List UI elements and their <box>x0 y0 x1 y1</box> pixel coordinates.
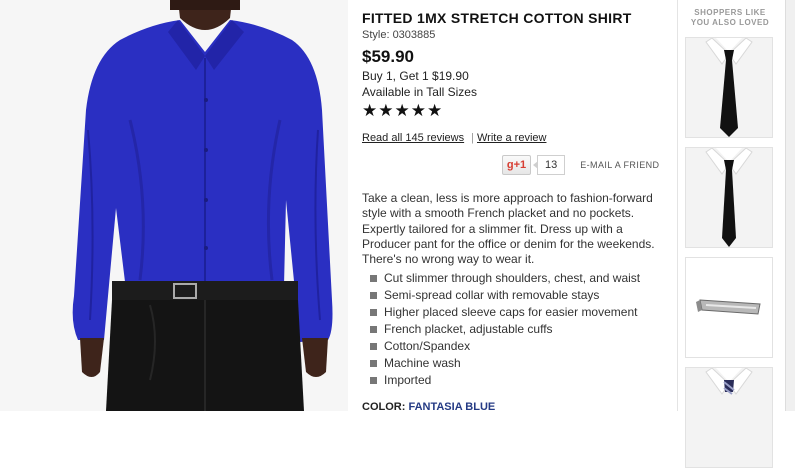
bullet-icon <box>370 360 377 367</box>
review-links: Read all 145 reviews | Write a review <box>362 132 546 144</box>
striped-tie-icon <box>686 368 772 467</box>
recommendation-thumb-3[interactable] <box>685 257 773 358</box>
model-shirt-illustration <box>0 0 348 411</box>
list-item: Imported <box>362 372 640 389</box>
email-friend-link[interactable]: E-MAIL A FRIEND <box>580 160 659 170</box>
product-price: $59.90 <box>362 47 414 66</box>
list-item: Higher placed sleeve caps for easier mov… <box>362 304 640 321</box>
product-image[interactable] <box>0 0 348 411</box>
black-tie-icon <box>686 148 772 247</box>
read-reviews-link[interactable]: Read all 145 reviews <box>362 132 464 144</box>
product-style-number: Style: 0303885 <box>362 29 436 41</box>
recommendations-rail: SHOPPERS LIKE YOU ALSO LOVED <box>677 0 782 468</box>
star-icon: ★ <box>394 101 410 120</box>
rating-stars[interactable]: ★ ★ ★ ★ ★ <box>362 102 442 120</box>
bullet-icon <box>370 309 377 316</box>
recommendation-thumb-2[interactable] <box>685 147 773 248</box>
write-review-link[interactable]: Write a review <box>477 132 546 144</box>
star-icon: ★ <box>378 101 394 120</box>
bullet-icon <box>370 326 377 333</box>
google-plus-button[interactable]: g+1 <box>502 155 531 175</box>
color-value: FANTASIA BLUE <box>408 401 496 413</box>
star-icon: ★ <box>427 101 443 120</box>
recommendation-thumb-4[interactable] <box>685 367 773 468</box>
recommendation-thumb-1[interactable] <box>685 37 773 138</box>
share-row: g+1 13 E-MAIL A FRIEND <box>502 155 659 175</box>
bullet-icon <box>370 343 377 350</box>
google-plus-count: 13 <box>532 155 566 175</box>
list-item: French placket, adjustable cuffs <box>362 321 640 338</box>
black-tie-icon <box>686 38 772 137</box>
list-item: Cut slimmer through shoulders, chest, an… <box>362 270 640 287</box>
list-item: Machine wash <box>362 355 640 372</box>
recommendations-title: SHOPPERS LIKE YOU ALSO LOVED <box>690 8 770 27</box>
bullet-icon <box>370 275 377 282</box>
star-icon: ★ <box>362 101 378 120</box>
separator: | <box>471 132 474 144</box>
page-scrollbar[interactable] <box>785 0 795 411</box>
list-item: Semi-spread collar with removable stays <box>362 287 640 304</box>
list-item: Cotton/Spandex <box>362 338 640 355</box>
tall-sizes-text: Available in Tall Sizes <box>362 85 477 99</box>
tie-bar-icon <box>686 258 772 357</box>
color-label: COLOR: <box>362 401 409 413</box>
bullet-icon <box>370 292 377 299</box>
product-details: FITTED 1MX STRETCH COTTON SHIRT Style: 0… <box>362 0 672 413</box>
color-selection: COLOR: FANTASIA BLUE <box>362 401 495 413</box>
bullet-icon <box>370 377 377 384</box>
promo-text: Buy 1, Get 1 $19.90 <box>362 69 469 83</box>
feature-list: Cut slimmer through shoulders, chest, an… <box>362 270 640 389</box>
product-description: Take a clean, less is more approach to f… <box>362 191 655 267</box>
star-icon: ★ <box>410 101 426 120</box>
product-title: FITTED 1MX STRETCH COTTON SHIRT <box>362 10 632 26</box>
